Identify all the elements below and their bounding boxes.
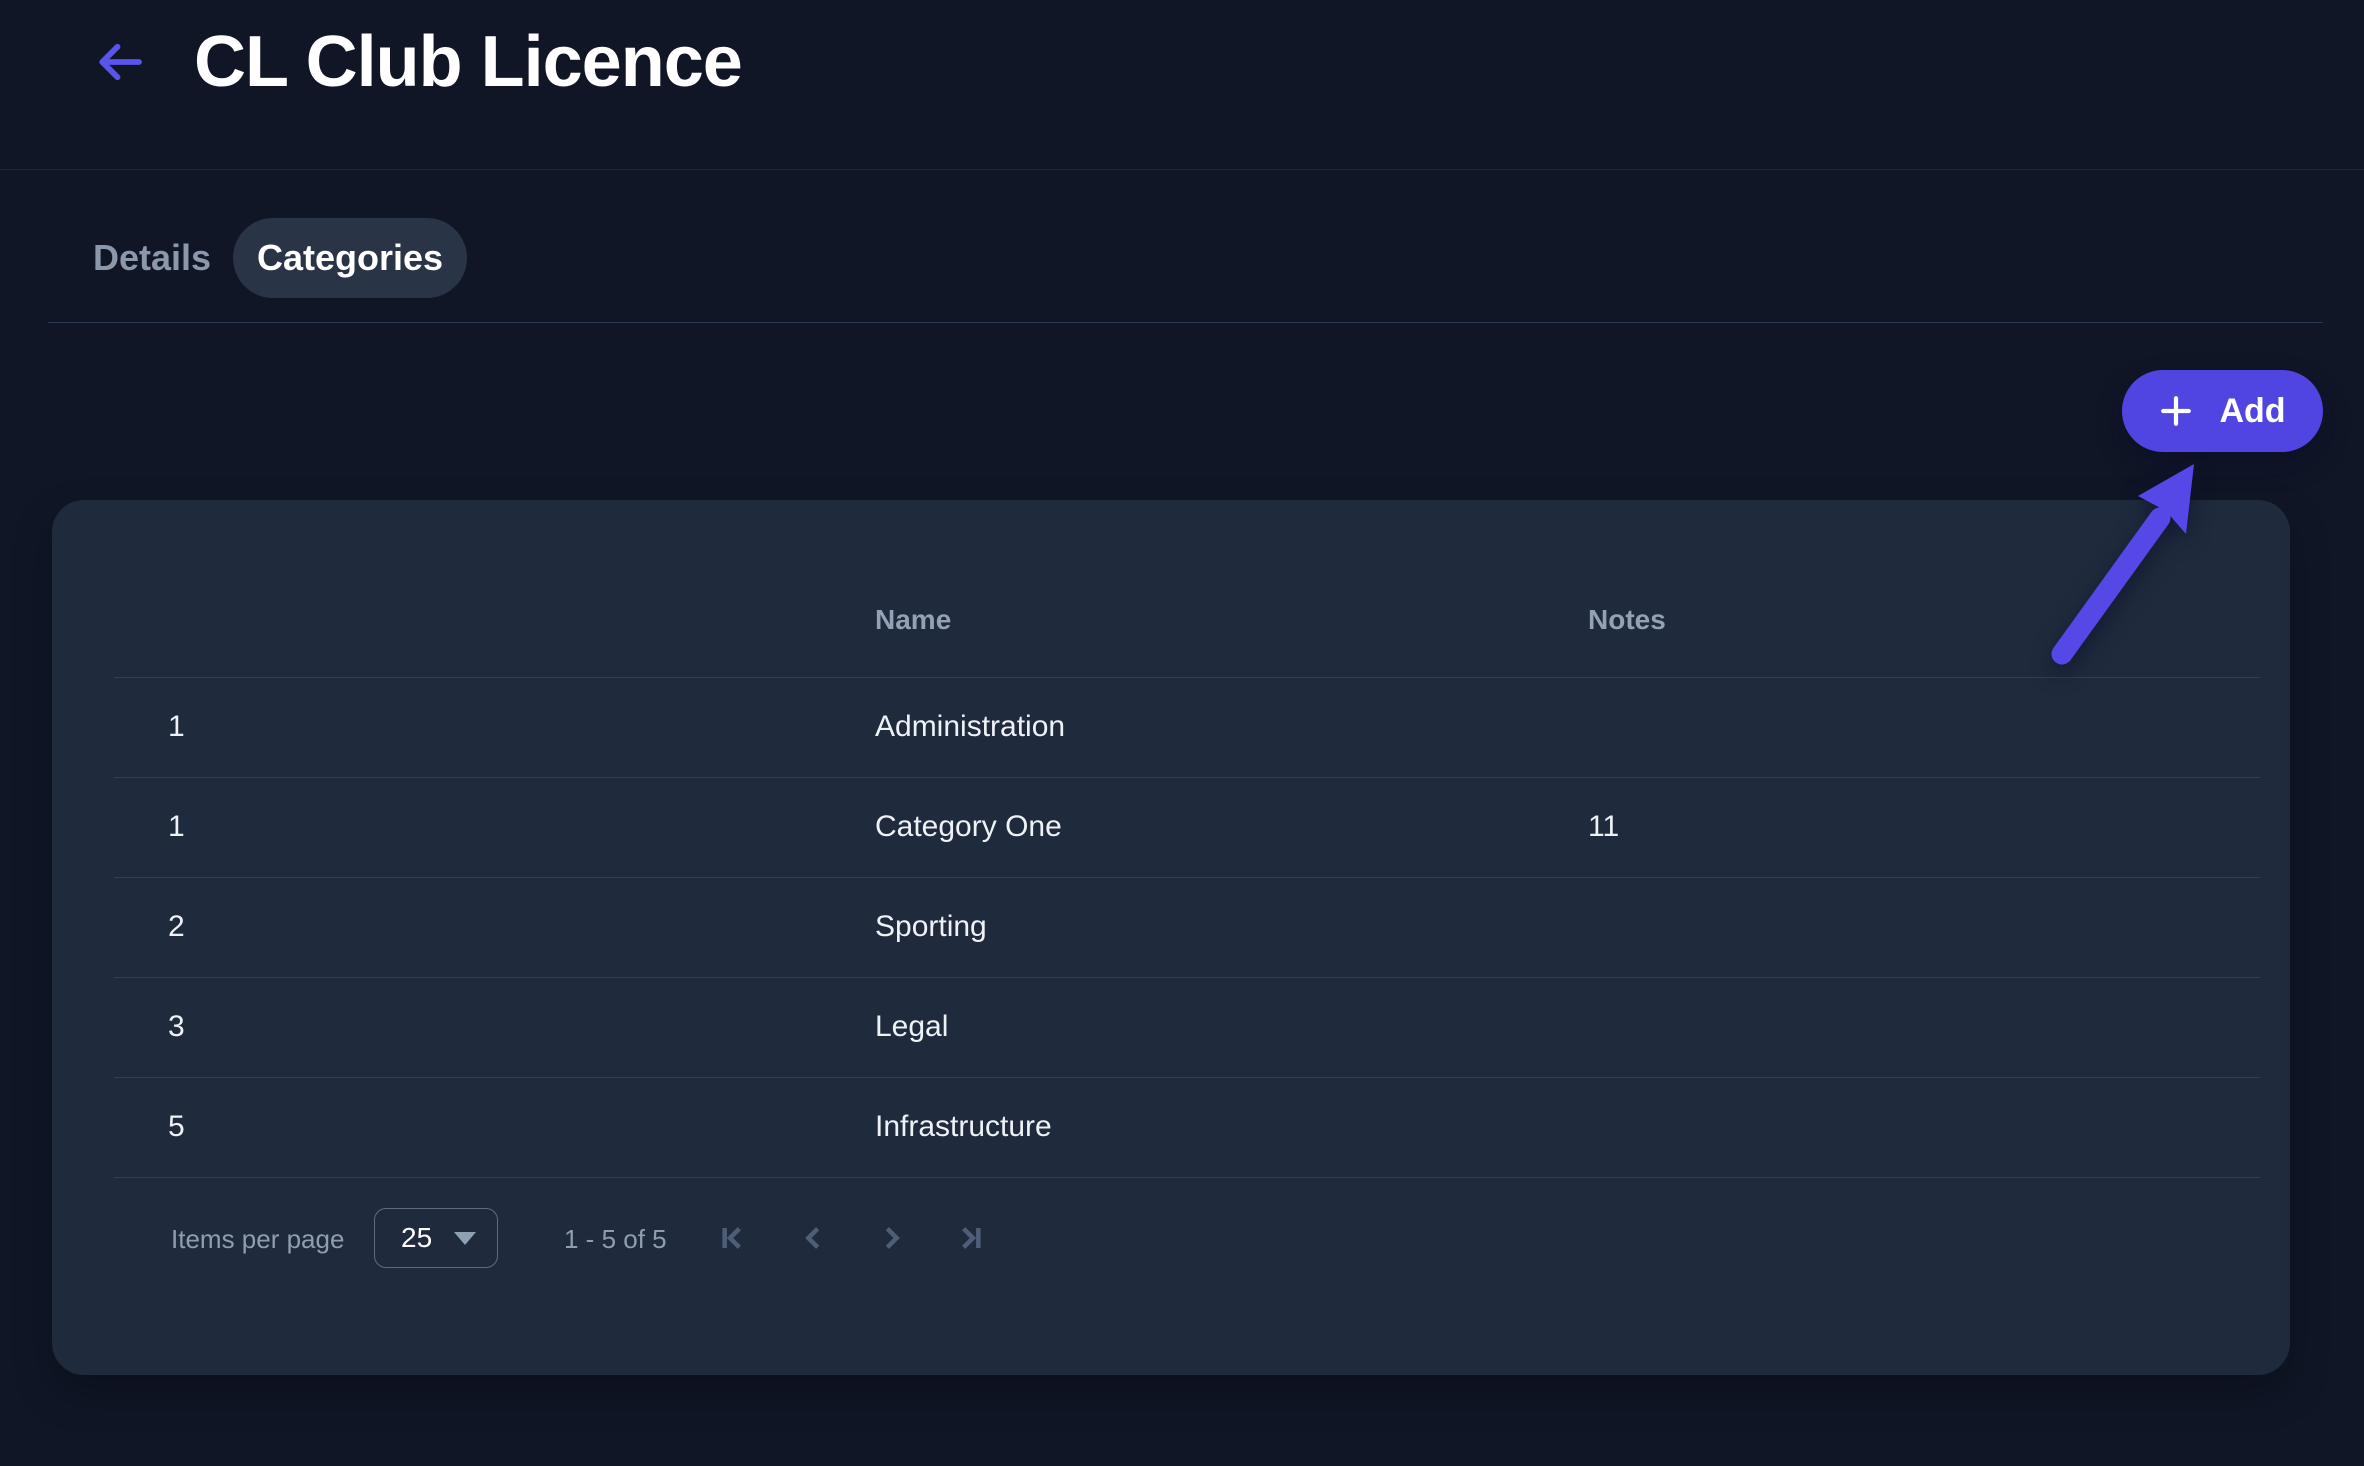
tab-categories[interactable]: Categories <box>233 218 467 298</box>
add-button[interactable]: Add <box>2122 370 2323 452</box>
page-size-select[interactable]: 25 <box>374 1208 498 1268</box>
tabs-divider <box>48 322 2323 323</box>
items-per-page-label: Items per page <box>171 1222 344 1256</box>
cell-name: Infrastructure <box>875 1077 1052 1177</box>
previous-page-icon <box>797 1222 829 1254</box>
plus-icon <box>2159 394 2193 428</box>
arrow-left-icon <box>97 43 143 81</box>
cell-id: 5 <box>168 1077 185 1177</box>
table-row[interactable]: 3 Legal <box>52 977 2290 1077</box>
page-title: CL Club Licence <box>194 18 742 102</box>
column-header-name: Name <box>875 604 951 636</box>
next-page-icon <box>876 1222 908 1254</box>
first-page-icon <box>716 1222 748 1254</box>
previous-page-button[interactable] <box>788 1213 838 1263</box>
cell-id: 1 <box>168 677 185 777</box>
tab-categories-label: Categories <box>257 237 443 279</box>
cell-id: 3 <box>168 977 185 1077</box>
cell-notes: 11 <box>1588 777 1619 877</box>
back-button[interactable] <box>92 34 148 90</box>
cell-id: 1 <box>168 777 185 877</box>
table-row[interactable]: 1 Category One 11 <box>52 777 2290 877</box>
cell-name: Legal <box>875 977 948 1077</box>
page-range-label: 1 - 5 of 5 <box>564 1222 667 1256</box>
first-page-button[interactable] <box>707 1213 757 1263</box>
last-page-button[interactable] <box>946 1213 996 1263</box>
cell-name: Category One <box>875 777 1062 877</box>
column-header-notes: Notes <box>1588 604 1666 636</box>
table-row[interactable]: 5 Infrastructure <box>52 1077 2290 1177</box>
page-size-value: 25 <box>401 1222 432 1254</box>
cell-id: 2 <box>168 877 185 977</box>
chevron-down-icon <box>454 1232 476 1245</box>
next-page-button[interactable] <box>867 1213 917 1263</box>
last-page-icon <box>955 1222 987 1254</box>
row-divider <box>114 1177 2260 1178</box>
page-header: CL Club Licence <box>0 0 2364 170</box>
cell-name: Administration <box>875 677 1065 777</box>
table-row[interactable]: 2 Sporting <box>52 877 2290 977</box>
table-row[interactable]: 1 Administration <box>52 677 2290 777</box>
tab-details[interactable]: Details <box>93 226 211 290</box>
add-button-label: Add <box>2219 392 2285 431</box>
categories-card: Name Notes 1 Administration 1 Category O… <box>52 500 2290 1375</box>
cell-name: Sporting <box>875 877 987 977</box>
